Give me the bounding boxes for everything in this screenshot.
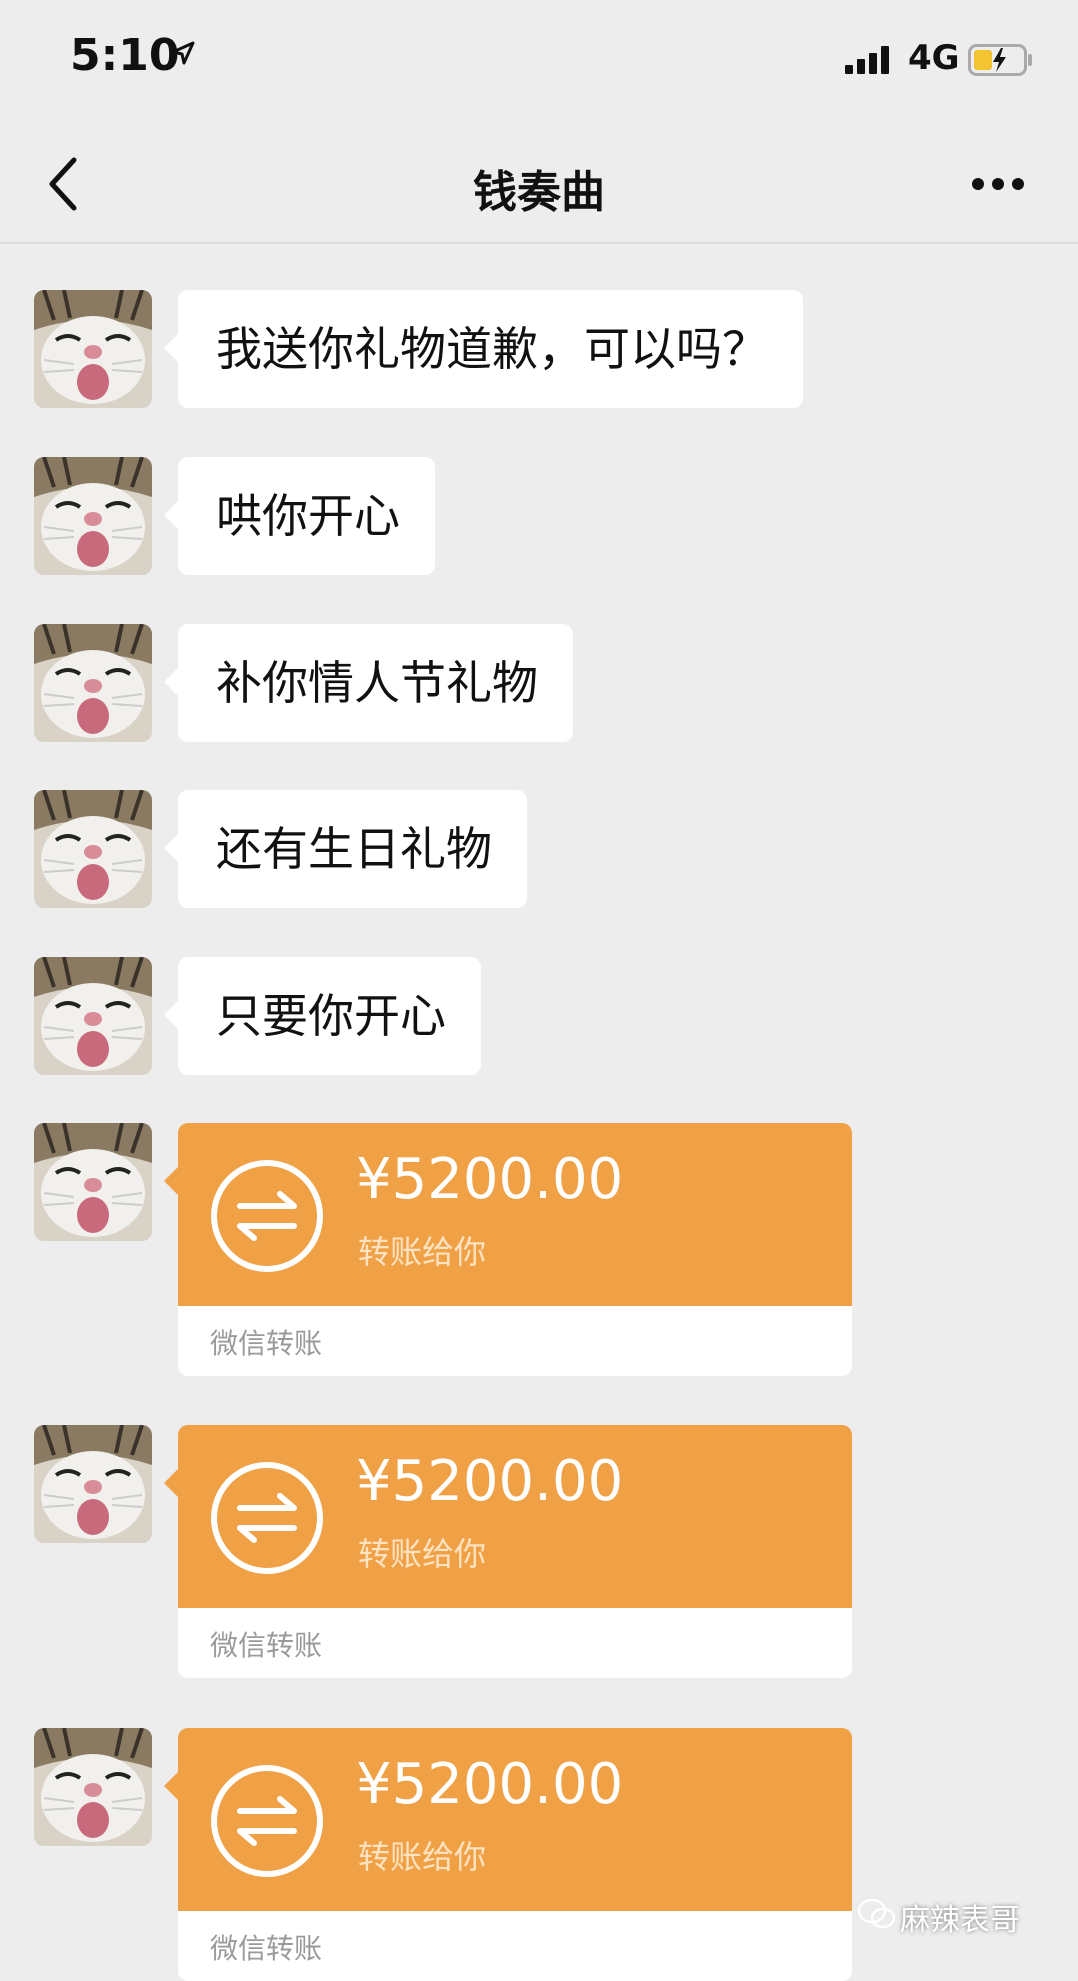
transfer-arrows-icon	[210, 1764, 324, 1878]
transfer-card-top: ¥5200.00 转账给你	[164, 1425, 852, 1608]
transfer-description: 转账给你	[358, 1233, 487, 1271]
message-bubble[interactable]: 哄你开心	[164, 457, 435, 575]
nav-divider	[0, 242, 1078, 244]
location-arrow-icon	[170, 40, 196, 70]
transfer-arrows-icon	[210, 1159, 324, 1273]
transfer-card-top: ¥5200.00 转账给你	[164, 1123, 852, 1306]
transfer-card[interactable]: ¥5200.00 转账给你 微信转账	[164, 1425, 852, 1678]
transfer-description: 转账给你	[358, 1838, 487, 1876]
avatar[interactable]	[34, 457, 152, 575]
avatar[interactable]	[34, 290, 152, 408]
watermark-text: 麻辣表哥	[900, 1903, 1020, 1938]
transfer-label: 微信转账	[210, 1932, 323, 1965]
message-bubble[interactable]: 我送你礼物道歉，可以吗？	[164, 290, 803, 408]
network-type: 4G	[908, 38, 960, 78]
transfer-card-top: ¥5200.00 转账给你	[164, 1728, 852, 1911]
message-bubble[interactable]: 只要你开心	[164, 957, 481, 1075]
message-bubble[interactable]: 还有生日礼物	[164, 790, 527, 908]
transfer-amount: ¥5200.00	[356, 1449, 624, 1514]
transfer-label: 微信转账	[210, 1327, 323, 1360]
transfer-card-footer: 微信转账	[178, 1306, 852, 1376]
avatar[interactable]	[34, 1728, 152, 1846]
transfer-card-footer: 微信转账	[178, 1911, 852, 1981]
wechat-logo-icon	[857, 1898, 896, 1934]
transfer-card[interactable]: ¥5200.00 转账给你 微信转账	[164, 1728, 852, 1981]
battery-charging-icon	[968, 44, 1034, 80]
chat-title: 钱奏曲	[473, 167, 605, 218]
more-dots-icon[interactable]	[970, 172, 1026, 196]
transfer-amount: ¥5200.00	[356, 1752, 624, 1817]
transfer-card[interactable]: ¥5200.00 转账给你 微信转账	[164, 1123, 852, 1376]
transfer-card-footer: 微信转账	[178, 1608, 852, 1678]
transfer-amount: ¥5200.00	[356, 1147, 624, 1212]
avatar[interactable]	[34, 1425, 152, 1543]
transfer-arrows-icon	[210, 1461, 324, 1575]
avatar[interactable]	[34, 624, 152, 742]
transfer-description: 转账给你	[358, 1535, 487, 1573]
nav-bar: 钱奏曲	[0, 120, 1078, 244]
message-bubble[interactable]: 补你情人节礼物	[164, 624, 573, 742]
avatar[interactable]	[34, 957, 152, 1075]
avatar[interactable]	[34, 1123, 152, 1241]
status-bar: 5:10 4G	[0, 0, 1078, 120]
avatar[interactable]	[34, 790, 152, 908]
transfer-label: 微信转账	[210, 1629, 323, 1662]
signal-icon	[845, 46, 895, 74]
status-time: 5:10	[70, 30, 180, 81]
